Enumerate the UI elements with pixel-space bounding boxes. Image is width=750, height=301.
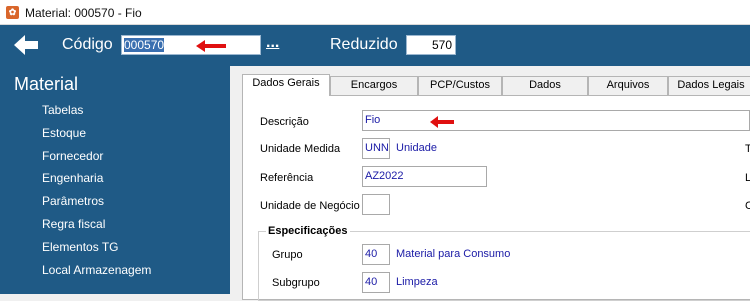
edge-letter-l: L [745,172,750,184]
unidade-medida-label: Unidade Medida [260,143,341,155]
sidebar-menu: Tabelas Estoque Fornecedor Engenharia Pa… [42,103,151,285]
unidade-medida-input[interactable]: UNN [362,138,390,159]
unidade-negocio-label: Unidade de Negócio [260,200,360,212]
unidade-medida-description: Unidade [396,142,437,154]
sidebar-item-parametros[interactable]: Parâmetros [42,194,151,217]
grupo-description: Material para Consumo [396,248,511,260]
especificacoes-title: Especificações [266,225,350,237]
edge-letter-t: T [745,143,750,155]
header-bar: Código 000570 ... Reduzido 570 [0,25,750,66]
window-titlebar: ✿ Material: 000570 - Fio [0,0,750,25]
sidebar-item-engenharia[interactable]: Engenharia [42,171,151,194]
subgrupo-label: Subgrupo [272,277,320,289]
sidebar-item-elementos-tg[interactable]: Elementos TG [42,240,151,263]
tab-arquivos[interactable]: Arquivos [588,76,668,95]
sidebar-item-tabelas[interactable]: Tabelas [42,103,151,126]
back-arrow-icon[interactable] [12,33,40,57]
reduzido-label: Reduzido [330,36,398,53]
grupo-label: Grupo [272,249,303,261]
sidebar-title: Material [14,74,79,94]
codigo-input[interactable]: 000570 [121,35,261,55]
reduzido-input[interactable]: 570 [406,35,456,55]
subgrupo-description: Limpeza [396,276,438,288]
red-arrow-icon [430,116,454,128]
descricao-input[interactable]: Fio [362,110,750,131]
tab-dados-legais[interactable]: Dados Legais [668,76,750,95]
tab-encargos[interactable]: Encargos [330,76,418,95]
window-title: Material: 000570 - Fio [25,6,142,20]
unidade-negocio-input[interactable] [362,194,390,215]
red-arrow-icon [196,40,226,52]
codigo-lookup-button[interactable]: ... [266,34,279,52]
sidebar: Material Tabelas Estoque Fornecedor Enge… [0,66,230,294]
grupo-input[interactable]: 40 [362,244,390,265]
sidebar-item-regra-fiscal[interactable]: Regra fiscal [42,217,151,240]
tab-pcp-custos[interactable]: PCP/Custos [418,76,502,95]
codigo-value: 000570 [124,38,165,52]
edge-letter-c: C [745,200,750,212]
subgrupo-input[interactable]: 40 [362,272,390,293]
descricao-label: Descrição [260,116,309,128]
especificacoes-group [258,231,750,301]
tab-dados-gerais[interactable]: Dados Gerais [242,74,330,96]
sidebar-item-fornecedor[interactable]: Fornecedor [42,149,151,172]
tab-dados-adicionais[interactable]: Dados Adicionais [502,76,588,108]
main-content: Dados Gerais Encargos PCP/Custos Dados A… [230,66,750,301]
app-logo-icon: ✿ [6,6,19,19]
sidebar-item-local-armazenagem[interactable]: Local Armazenagem [42,263,151,286]
sidebar-item-estoque[interactable]: Estoque [42,126,151,149]
referencia-input[interactable]: AZ2022 [362,166,487,187]
codigo-label: Código [62,36,113,53]
referencia-label: Referência [260,172,314,184]
